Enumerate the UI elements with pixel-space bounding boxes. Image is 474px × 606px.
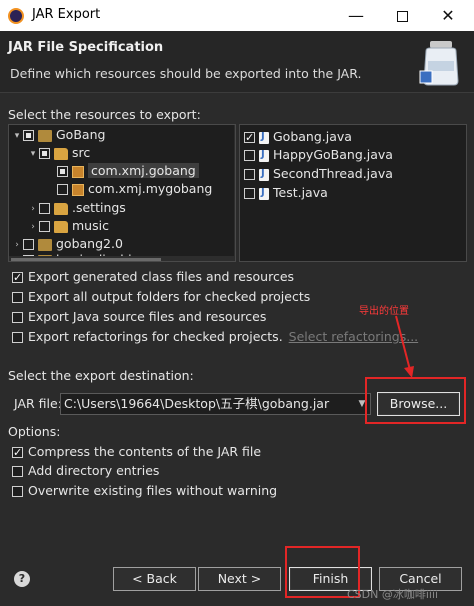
jar-icon (419, 41, 459, 86)
jar-file-label: JAR file: (14, 396, 62, 411)
jar-file-value: C:\Users\19664\Desktop\五子棋\gobang.jar (64, 396, 330, 411)
tree-item-label: com.xmj.mygobang (88, 181, 213, 196)
tree-item-label: gobang2.0 (56, 236, 123, 251)
help-icon[interactable]: ? (14, 571, 30, 587)
package-icon (72, 165, 84, 178)
eclipse-icon (8, 8, 24, 24)
option-label: Export all output folders for checked pr… (28, 289, 311, 304)
project-icon (38, 129, 52, 142)
option-checkbox[interactable] (12, 312, 23, 323)
option-checkbox[interactable] (12, 486, 23, 497)
close-button[interactable]: ✕ (425, 0, 471, 31)
back-button[interactable]: < Back (113, 567, 196, 591)
maximize-icon (396, 11, 408, 22)
java-file-icon (259, 184, 269, 202)
option-checkbox[interactable] (12, 292, 23, 303)
file-checkbox[interactable] (244, 150, 255, 161)
option-checkbox[interactable] (12, 444, 23, 462)
window-title: JAR Export (32, 7, 101, 22)
option-export-source-files[interactable]: Export Java source files and resources (12, 308, 266, 326)
tree-checkbox[interactable] (57, 166, 68, 177)
source-folder-icon (54, 147, 68, 160)
project-icon (38, 238, 52, 251)
file-item-label: HappyGoBang.java (273, 147, 393, 162)
expand-arrow-icon[interactable]: ▾ (27, 145, 39, 163)
option-export-output-folders[interactable]: Export all output folders for checked pr… (12, 288, 310, 306)
destination-label: Select the export destination: (8, 368, 194, 383)
tree-item-label: GoBang (56, 127, 106, 142)
next-button[interactable]: Next > (198, 567, 281, 591)
file-checkbox[interactable] (244, 188, 255, 199)
tree-item-label: com.xmj.gobang (88, 163, 199, 178)
wizard-header: JAR File Specification Define which reso… (0, 31, 474, 93)
watermark: CSDN @冰咖啡iiii (347, 588, 439, 601)
file-item-gobang[interactable]: Gobang.java (244, 128, 352, 147)
file-item-label: Gobang.java (273, 129, 352, 144)
scrollbar-thumb[interactable] (11, 258, 161, 261)
package-icon (72, 183, 84, 196)
tree-item-com-xmj-gobang[interactable]: com.xmj.gobang (57, 162, 199, 180)
option-checkbox[interactable] (12, 466, 23, 477)
tree-checkbox[interactable] (23, 130, 34, 141)
tree-item-src[interactable]: ▾ src (27, 144, 91, 163)
option-label: Export Java source files and resources (28, 309, 267, 324)
expand-arrow-icon[interactable]: › (27, 218, 39, 236)
file-list[interactable]: Gobang.java HappyGoBang.java SecondThrea… (239, 124, 467, 262)
tree-item-label: src (72, 145, 91, 160)
page-title: JAR File Specification (8, 40, 164, 55)
option-label: Export generated class files and resourc… (28, 269, 295, 284)
option-label: Overwrite existing files without warning (28, 483, 278, 498)
option-checkbox[interactable] (12, 269, 23, 287)
annotation-box-browse (365, 377, 466, 424)
maximize-button[interactable] (379, 0, 425, 31)
tree-item-settings[interactable]: › .settings (27, 199, 126, 217)
option-label: Compress the contents of the JAR file (28, 444, 262, 459)
expand-arrow-icon[interactable]: › (27, 200, 39, 218)
option-label: Add directory entries (28, 463, 160, 478)
file-item-happygobang[interactable]: HappyGoBang.java (244, 146, 393, 164)
tree-item-gobang[interactable]: ▾ GoBang (11, 126, 106, 145)
option-export-class-files[interactable]: Export generated class files and resourc… (12, 268, 295, 287)
title-bar: JAR Export — ✕ (0, 0, 474, 31)
options-label: Options: (8, 424, 61, 439)
option-export-refactorings[interactable]: Export refactorings for checked projects… (12, 328, 418, 346)
minimize-button[interactable]: — (333, 0, 379, 31)
file-checkbox[interactable] (244, 169, 255, 180)
file-item-label: Test.java (273, 185, 328, 200)
tree-horizontal-scrollbar[interactable] (9, 256, 235, 261)
tree-checkbox[interactable] (39, 221, 50, 232)
option-compress[interactable]: Compress the contents of the JAR file (12, 443, 262, 462)
tree-checkbox[interactable] (39, 203, 50, 214)
option-add-directory-entries[interactable]: Add directory entries (12, 462, 159, 480)
folder-icon (54, 202, 68, 215)
folder-icon (54, 220, 68, 233)
option-checkbox[interactable] (12, 332, 23, 343)
option-label: Export refactorings for checked projects… (28, 329, 283, 344)
file-item-test[interactable]: Test.java (244, 184, 328, 202)
tree-item-music[interactable]: › music (27, 217, 109, 235)
file-item-label: SecondThread.java (273, 166, 393, 181)
page-description: Define which resources should be exporte… (10, 66, 362, 81)
file-item-secondthread[interactable]: SecondThread.java (244, 165, 393, 183)
tree-item-com-xmj-mygobang[interactable]: com.xmj.mygobang (57, 180, 212, 198)
tree-checkbox[interactable] (23, 239, 34, 250)
java-file-icon (259, 128, 269, 146)
resources-label: Select the resources to export: (8, 107, 201, 122)
tree-checkbox[interactable] (39, 148, 50, 159)
tree-item-label: .settings (72, 200, 126, 215)
expand-arrow-icon[interactable]: ▾ (11, 127, 23, 145)
tree-vertical-scrollbar[interactable] (234, 125, 235, 261)
annotation-arrow-icon (395, 315, 414, 378)
tree-checkbox[interactable] (57, 184, 68, 195)
jar-file-combo[interactable]: C:\Users\19664\Desktop\五子棋\gobang.jar ▼ (60, 393, 371, 415)
resource-tree[interactable]: ▾ GoBang ▾ src com.xmj.gobang com.xmj.mygo… (8, 124, 236, 262)
file-checkbox[interactable] (244, 129, 255, 147)
java-file-icon (259, 146, 269, 164)
java-file-icon (259, 165, 269, 183)
tree-item-label: music (72, 218, 109, 233)
option-overwrite[interactable]: Overwrite existing files without warning (12, 482, 277, 500)
